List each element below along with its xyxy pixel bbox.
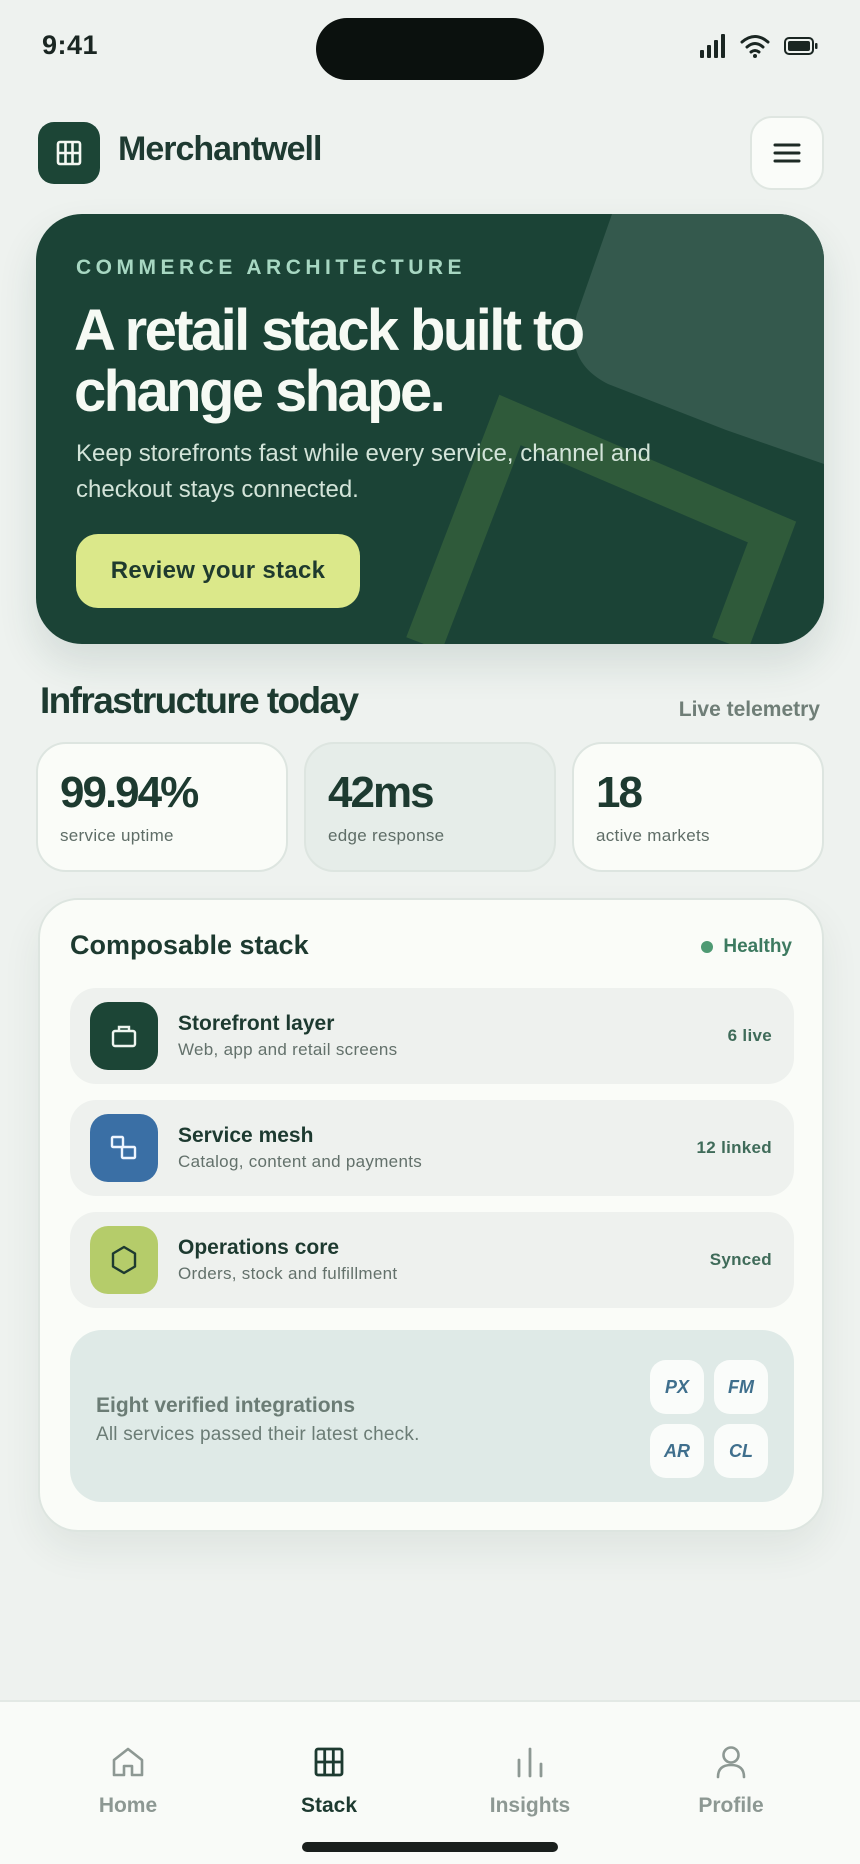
menu-button[interactable]	[750, 116, 824, 190]
stat-value: 42ms	[328, 768, 435, 817]
tab-home[interactable]: Home	[48, 1742, 208, 1832]
layer-tag: 12 linked	[696, 1138, 772, 1157]
home-indicator[interactable]	[302, 1842, 558, 1852]
hero-subtitle: Keep storefronts fast while every servic…	[76, 440, 651, 503]
review-stack-button[interactable]: Review your stack	[76, 534, 360, 608]
stat-label: active markets	[596, 826, 710, 845]
app-logo[interactable]	[38, 122, 100, 184]
composable-stack-card: Composable stack Healthy Storefront laye…	[38, 898, 824, 1532]
integration-chip[interactable]: CL	[714, 1424, 768, 1478]
hero-title: A retail stack built to change shape.	[74, 298, 585, 424]
status-icons	[700, 34, 818, 58]
stat-label: service uptime	[60, 826, 174, 845]
layer-row-service-mesh[interactable]: Service mesh Catalog, content and paymen…	[70, 1100, 794, 1196]
infrastructure-title: Infrastructure today	[40, 680, 359, 721]
layer-name: Service mesh	[178, 1124, 314, 1147]
layer-description: Orders, stock and fulfillment	[178, 1264, 398, 1283]
hamburger-icon	[773, 143, 801, 163]
home-icon	[111, 1742, 145, 1782]
mesh-icon	[90, 1114, 158, 1182]
integrations-title: Eight verified integrations	[96, 1394, 356, 1417]
stat-label: edge response	[328, 826, 445, 845]
integrations-subtitle: All services passed their latest check.	[96, 1424, 420, 1445]
hero-eyebrow: COMMERCE ARCHITECTURE	[76, 256, 467, 279]
stack-title: Composable stack	[70, 930, 309, 960]
hero-banner: COMMERCE ARCHITECTURE A retail stack bui…	[36, 214, 824, 644]
stat-value: 99.94%	[60, 768, 199, 817]
layer-row-storefront[interactable]: Storefront layer Web, app and retail scr…	[70, 988, 794, 1084]
dynamic-island	[316, 18, 544, 80]
stat-card-uptime: 99.94% service uptime	[36, 742, 288, 872]
integrations-panel[interactable]: Eight verified integrations All services…	[70, 1330, 794, 1502]
integration-chip[interactable]: FM	[714, 1360, 768, 1414]
tab-stack[interactable]: Stack	[249, 1742, 409, 1832]
status-bar: 9:41	[0, 0, 860, 96]
bar-chart-icon	[514, 1742, 546, 1782]
tab-label: Insights	[489, 1794, 571, 1817]
grid-logo-icon	[56, 140, 82, 166]
layer-description: Catalog, content and payments	[178, 1152, 423, 1171]
layer-tag: Synced	[709, 1250, 772, 1269]
storefront-icon	[90, 1002, 158, 1070]
stat-value: 18	[596, 768, 643, 817]
status-text: Healthy	[723, 936, 792, 957]
integration-chip[interactable]: AR	[650, 1424, 704, 1478]
layer-description: Web, app and retail screens	[178, 1040, 398, 1059]
tab-bar: Home Stack Insights Profile	[0, 1700, 860, 1864]
tab-label: Profile	[698, 1794, 764, 1817]
battery-icon	[784, 37, 818, 55]
tab-label: Home	[98, 1794, 158, 1817]
live-telemetry-link[interactable]: Live telemetry	[679, 698, 820, 722]
status-dot-icon	[701, 941, 714, 953]
tab-profile[interactable]: Profile	[651, 1742, 811, 1832]
status-badge: Healthy	[701, 936, 792, 958]
status-time: 9:41	[42, 30, 99, 60]
stat-card-response: 42ms edge response	[304, 742, 556, 872]
layer-tag: 6 live	[727, 1026, 772, 1045]
integration-chip[interactable]: PX	[650, 1360, 704, 1414]
hexagon-icon	[90, 1226, 158, 1294]
layer-name: Storefront layer	[178, 1012, 335, 1035]
stat-card-markets: 18 active markets	[572, 742, 824, 872]
layer-name: Operations core	[178, 1236, 340, 1259]
wifi-icon	[740, 35, 770, 58]
tab-insights[interactable]: Insights	[450, 1742, 610, 1832]
signal-icon	[700, 34, 725, 58]
person-icon	[715, 1742, 747, 1782]
grid-icon	[314, 1742, 344, 1782]
tab-label: Stack	[300, 1794, 358, 1817]
layer-row-operations[interactable]: Operations core Orders, stock and fulfil…	[70, 1212, 794, 1308]
brand-name: Merchantwell	[118, 130, 322, 168]
